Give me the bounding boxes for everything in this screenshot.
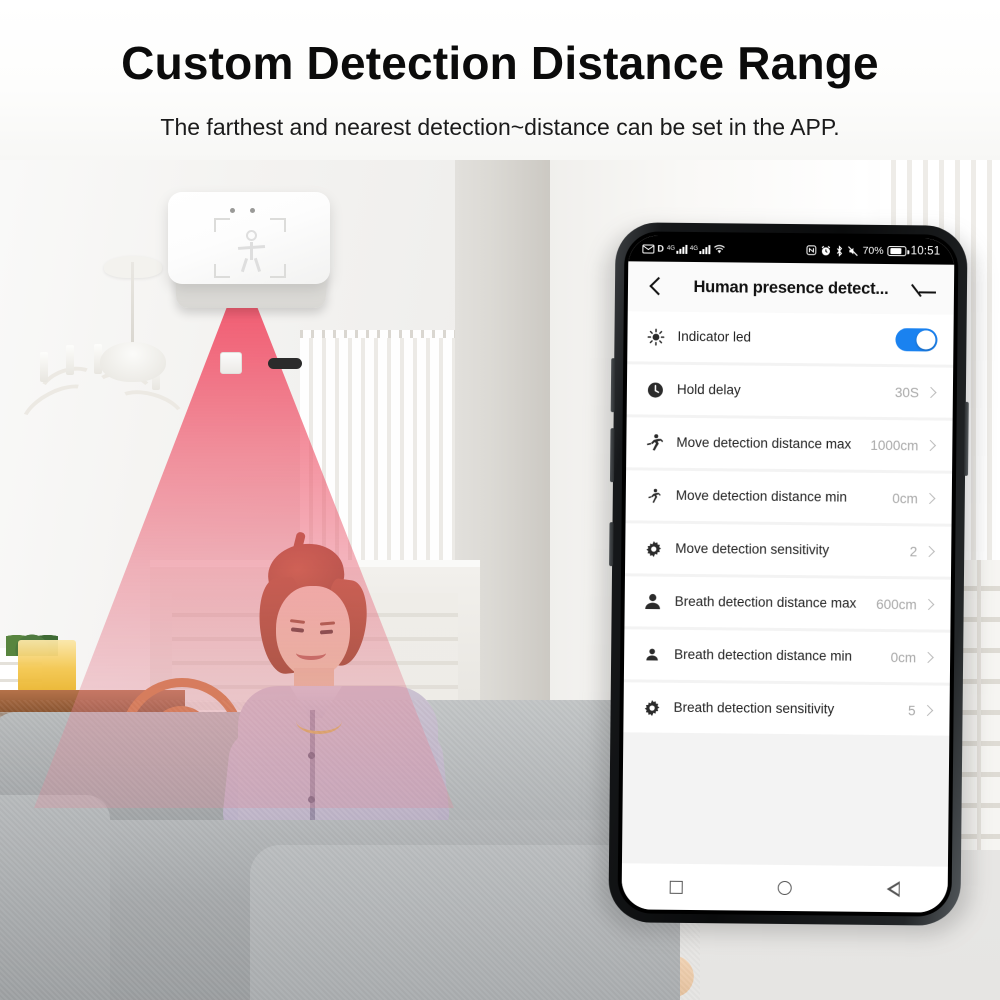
clock-icon [643,381,667,398]
list-item-label: Indicator led [677,329,752,345]
list-item[interactable]: Breath detection sensitivity 5 [623,682,950,736]
power-button[interactable] [964,401,969,476]
figure-body [250,242,253,260]
status-bar: D 4G 4G 70% 10:51 [628,235,955,265]
status-bar-right: 70% 10:51 [806,244,941,258]
status-bar-left: D 4G 4G [642,243,725,254]
frame-corner [270,218,286,232]
phone-frame: D 4G 4G 70% 10:51 Human presence detect.… [608,222,969,926]
gear-icon [641,540,665,557]
mute-icon [848,245,859,256]
chandelier-body [100,342,166,382]
list-item-label: Move detection distance max [676,435,852,452]
back-chevron-icon[interactable] [644,275,666,297]
message-icon [642,243,655,254]
person-bust-large-icon [641,592,665,610]
circle-home-icon[interactable] [777,880,792,896]
list-item-value: 30S [894,384,919,400]
list-item-label: Breath detection distance max [674,594,857,611]
triangle-back-icon[interactable] [886,881,901,898]
square-recents-icon[interactable] [669,880,683,894]
running-person-large-icon [642,433,666,451]
list-item[interactable]: Move detection distance min 0cm [625,470,953,524]
side-button[interactable] [609,522,614,567]
list-item-label: Hold delay [676,382,741,398]
list-item[interactable]: Move detection sensitivity 2 [624,523,952,577]
list-item[interactable]: Breath detection distance min 0cm [623,629,951,683]
wifi-icon [713,244,725,254]
frame-corner [214,218,230,232]
brightness-sun-icon [643,328,667,346]
sensor-button [220,352,242,374]
edit-pencil-icon[interactable] [916,278,938,300]
phone-bezel: D 4G 4G 70% 10:51 Human presence detect.… [617,231,959,917]
list-item[interactable]: Indicator led [627,311,954,365]
nfc-icon [806,245,817,256]
figure-leg [253,257,261,273]
list-item-label: Breath detection sensitivity [673,700,835,717]
data-icon: D [657,243,664,254]
list-item-label: Breath detection distance min [674,647,853,664]
list-item-label: Move detection distance min [675,488,847,505]
status-clock: 10:51 [910,245,941,258]
sensor-led-icon [250,208,255,213]
smartphone-mockup: D 4G 4G 70% 10:51 Human presence detect.… [598,222,978,936]
list-item-label: Move detection sensitivity [675,541,830,558]
list-item[interactable]: Breath detection distance max 600cm [624,576,951,630]
indicator-led-toggle[interactable] [895,327,938,352]
figure-leg [240,257,248,273]
human-detection-frame-icon [214,218,286,278]
woman-head [276,586,350,678]
chandelier-candle [40,352,48,382]
human-presence-sensor [168,192,330,374]
sensor-body [168,192,330,284]
network-label-1: 4G [666,245,675,252]
signal-4g-2-icon: 4G [689,244,710,254]
signal-4g-1-icon: 4G [666,244,687,254]
page-title: Human presence detect... [693,277,889,298]
list-item[interactable]: Move detection distance max 1000cm [626,417,953,471]
running-person-small-icon [642,488,666,503]
sofa-fabric-texture [0,700,700,1000]
list-item-value: 600cm [876,596,917,612]
app-header: Human presence detect... [627,261,955,315]
promo-graphic: Custom Detection Distance Range The fart… [0,0,1000,1000]
person-bust-small-icon [640,647,664,661]
figure-head [246,230,257,241]
android-nav-bar [621,863,948,913]
juice-bottles [18,640,76,692]
page-subtitle: The farthest and nearest detection~dista… [160,114,840,140]
list-item[interactable]: Hold delay 30S [626,364,954,418]
bluetooth-icon [836,244,844,257]
battery-icon [887,246,907,257]
frame-corner [214,264,230,278]
chandelier-cord [131,262,134,348]
chandelier-candle [66,345,74,375]
page-title: Custom Detection Distance Range [121,37,879,89]
network-label-2: 4G [689,245,698,253]
gear-icon [640,699,664,716]
sensor-led-icon [230,208,235,213]
settings-list: Indicator led Hold delay 30S Move detect… [621,311,954,867]
alarm-icon [821,245,832,256]
list-item-value: 0cm [890,649,917,665]
frame-corner [270,264,286,278]
list-item-value: 1000cm [870,437,919,453]
usb-c-port-icon [268,358,302,369]
phone-screen: D 4G 4G 70% 10:51 Human presence detect.… [621,235,955,913]
smile [296,646,326,660]
list-item-value: 0cm [892,490,918,506]
battery-percent: 70% [862,244,884,257]
volume-down-button[interactable] [609,428,615,483]
volume-up-button[interactable] [610,358,616,413]
